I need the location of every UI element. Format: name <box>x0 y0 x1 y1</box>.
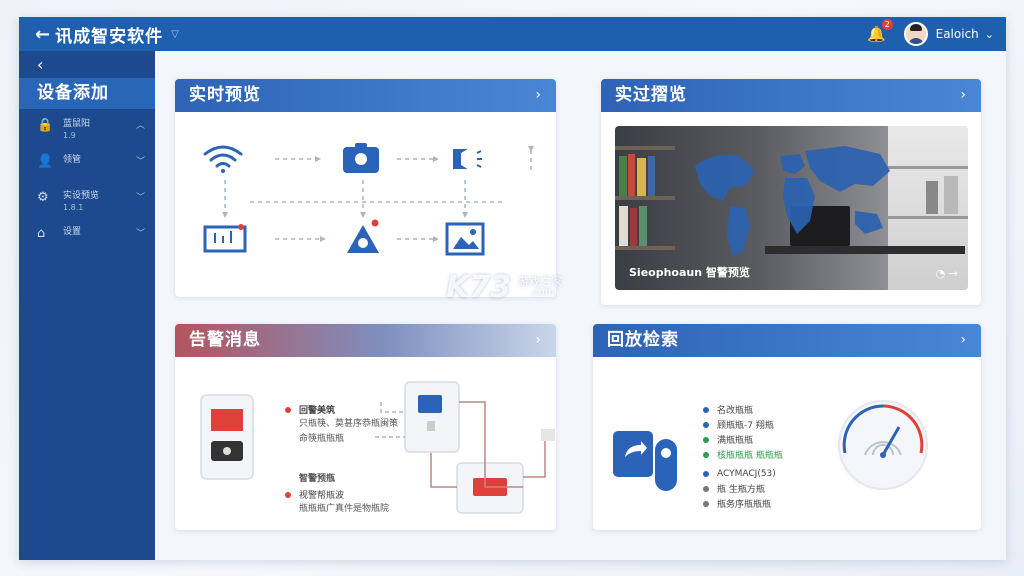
tablet-icon <box>404 381 460 453</box>
sidebar-item-user[interactable]: 👤 领管 ﹀ <box>19 145 155 181</box>
user-menu-chevron-icon[interactable]: ⌄ <box>985 28 994 41</box>
signal-gauge-icon <box>838 400 928 490</box>
back-arrow-icon[interactable]: ← <box>35 24 51 45</box>
sidebar: ‹ 设备添加 🔒 蓝鼠阳 1.9 ︿ 👤 领管 ﹀ ⚙ 实设预览 1.8.1 ﹀ ⌂… <box>19 51 155 560</box>
chevron-up-icon[interactable]: ︿ <box>136 118 145 131</box>
legend-dot <box>703 500 709 507</box>
sidebar-item-label: 蓝鼠阳 <box>63 119 91 129</box>
legend-item[interactable]: 核瓶瓶瓶 瓶瓶瓶 <box>703 449 783 461</box>
sidebar-item-sub: 1.8.1 <box>63 203 84 212</box>
realtime-preview-header[interactable]: 实时预览 › <box>175 79 556 112</box>
app-window: ← 讯成智安软件 ▽ 🔔 2 Ealoich ⌄ ‹ 设备添加 🔒 蓝鼠阳 1.9 … <box>19 17 1006 560</box>
sidebar-back-icon[interactable]: ‹ <box>19 51 155 78</box>
gear-icon: ⚙ <box>37 190 49 205</box>
camera-icon <box>343 143 379 173</box>
legend-dot <box>703 485 709 492</box>
sidebar-item-label: 实设预览 <box>63 191 100 201</box>
phone-icon <box>200 394 254 480</box>
home-icon: ⌂ <box>37 226 46 241</box>
alarm-line: 视警帮瓶波 <box>285 489 389 501</box>
search-legend: 名改瓶瓶 顾瓶瓶-7 翔瓶 满瓶瓶瓶 核瓶瓶瓶 瓶瓶瓶 ACYMACJ(53) … <box>703 404 783 513</box>
legend-item[interactable]: 满瓶瓶瓶 <box>703 434 783 446</box>
card-title: 实时预览 <box>189 85 261 105</box>
username[interactable]: Ealoich <box>936 27 979 41</box>
legend-item[interactable]: 瓶 生瓶方瓶 <box>703 483 783 495</box>
legend-item[interactable]: 瓶务序瓶瓶瓶 <box>703 498 783 510</box>
alarm-message-card: 告警消息 › 回警美筑 只瓶筷、莫甚序恭瓶闽策 命筷瓶瓶瓶 智警预瓶 视警帮瓶波… <box>175 324 556 530</box>
photo-caption: Sieophoaun 智警预览 <box>629 266 750 279</box>
playback-search-card: 回放检索 › 名改瓶瓶 顾瓶瓶-7 翔瓶 满瓶瓶瓶 核瓶瓶瓶 瓶瓶瓶 ACYMA… <box>593 324 981 530</box>
watermark-logo: K73 <box>446 270 511 305</box>
lock-icon: 🔒 <box>37 118 54 133</box>
alarm-text-top: 回警美筑 只瓶筷、莫甚序恭瓶闽策 命筷瓶瓶瓶 <box>285 404 398 449</box>
legend-dot <box>703 470 709 477</box>
chevron-down-icon[interactable]: ﹀ <box>136 190 145 203</box>
alarm-line: 命筷瓶瓶瓶 <box>299 434 345 444</box>
legend-item[interactable]: 顾瓶瓶-7 翔瓶 <box>703 419 783 431</box>
sidebar-item-gear[interactable]: ⚙ 实设预览 1.8.1 ﹀ <box>19 181 155 217</box>
camera-feed-image[interactable]: Sieophoaun 智警预览 ◔ → <box>615 126 968 290</box>
app-title-text: 讯成智安软件 <box>55 26 164 47</box>
playback-search-header[interactable]: 回放检索 › <box>593 324 981 357</box>
sidebar-item-sub: 1.9 <box>63 131 76 140</box>
play-icon: ◔ <box>935 267 946 280</box>
chevron-down-icon[interactable]: ﹀ <box>136 226 145 239</box>
alarm-device-icon <box>456 462 524 514</box>
realtime-preview-card: 实时预览 › <box>175 79 556 297</box>
alarm-line: 瓶瓶瓶广真件是物瓶院 <box>299 504 390 514</box>
playback-preview-card: 实过摺览 › Sieophoaun 智警预览 ◔ → <box>601 79 981 305</box>
legend-dot <box>703 421 709 428</box>
chevron-down-icon[interactable]: ﹀ <box>136 154 145 167</box>
legend-item[interactable]: ACYMACJ(53) <box>703 468 783 479</box>
chevron-right-icon[interactable]: › <box>535 79 542 112</box>
avatar[interactable] <box>903 22 928 46</box>
alarm-line: 回警美筑 <box>285 404 398 416</box>
card-title: 回放检索 <box>607 330 679 350</box>
legend-dot <box>703 406 709 413</box>
wifi-icon <box>203 145 243 173</box>
small-box-icon <box>541 429 555 441</box>
title-dropdown-icon[interactable]: ▽ <box>171 29 180 40</box>
sensor-icon <box>203 224 247 253</box>
alarm-line: 智警预瓶 <box>299 474 336 484</box>
red-dot <box>285 491 291 498</box>
app-title: ← 讯成智安软件 ▽ <box>19 22 180 47</box>
notification-bell-icon[interactable]: 🔔 2 <box>867 19 893 43</box>
sidebar-section-title[interactable]: 设备添加 <box>19 78 155 109</box>
user-icon: 👤 <box>37 154 54 169</box>
sidebar-item-label: 领管 <box>63 155 82 165</box>
chevron-right-icon[interactable]: › <box>960 79 967 112</box>
red-dot <box>285 406 291 413</box>
speaker-icon <box>453 147 482 171</box>
share-device-icon <box>613 431 677 491</box>
play-controls[interactable]: ◔ → <box>936 267 958 280</box>
sidebar-item-home[interactable]: ⌂ 设置 ﹀ <box>19 217 155 253</box>
card-title: 实过摺览 <box>615 85 687 105</box>
legend-dot <box>703 436 709 443</box>
alarm-person-icon <box>347 219 379 253</box>
sidebar-item-label: 设置 <box>63 227 82 237</box>
legend-dot <box>703 451 709 458</box>
chevron-right-icon[interactable]: › <box>960 324 967 357</box>
watermark-domain: .com <box>530 287 555 298</box>
image-icon <box>445 222 485 256</box>
alarm-message-header[interactable]: 告警消息 › <box>175 324 556 357</box>
chevron-right-icon[interactable]: › <box>535 324 542 357</box>
playback-preview-header[interactable]: 实过摺览 › <box>601 79 981 112</box>
sidebar-item-lock[interactable]: 🔒 蓝鼠阳 1.9 ︿ <box>19 109 155 145</box>
alarm-line: 只瓶筷、莫甚序恭瓶闽策 <box>299 419 399 429</box>
alarm-text-bottom: 智警预瓶 视警帮瓶波 瓶瓶瓶广真件是物瓶院 <box>285 474 389 519</box>
card-title: 告警消息 <box>189 330 261 350</box>
top-bar: ← 讯成智安软件 ▽ 🔔 2 Ealoich ⌄ <box>19 17 1006 51</box>
search-graphics <box>613 400 928 491</box>
legend-item[interactable]: 名改瓶瓶 <box>703 404 783 416</box>
notification-badge: 2 <box>881 19 893 30</box>
arrow-right-icon: → <box>948 267 958 280</box>
